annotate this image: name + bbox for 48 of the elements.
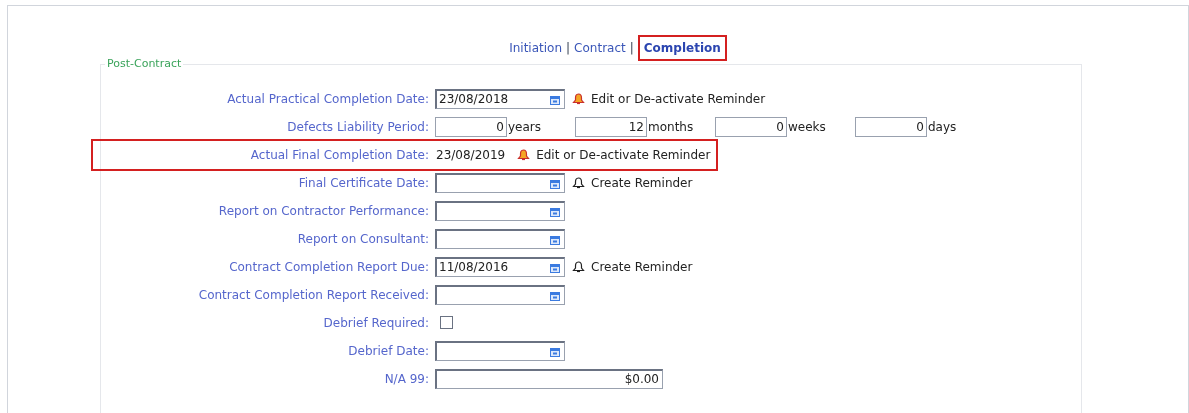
reminder-link[interactable]: Create Reminder [591,173,693,192]
date-field[interactable] [435,340,565,361]
number-field[interactable]: 12 [575,116,647,137]
date-field[interactable]: 23/08/2018 [435,88,565,109]
calendar-icon[interactable] [550,179,560,189]
calendar-icon[interactable] [550,263,560,273]
date-field[interactable] [435,228,565,249]
reminder-link[interactable]: Edit or De-activate Reminder [536,145,711,164]
field-label: Actual Final Completion Date: [249,146,430,164]
field-label: Debrief Date: [347,342,430,360]
calendar-icon[interactable] [550,235,560,245]
reminder-link[interactable]: Edit or De-activate Reminder [591,89,766,108]
section-title: Post-Contract [106,56,183,72]
unit-label: months [647,118,695,136]
calendar-icon[interactable] [550,347,560,357]
tab[interactable]: Completion [637,35,727,61]
field-label: Defects Liability Period: [286,118,430,136]
calendar-icon[interactable] [550,95,560,105]
unit-label: weeks [787,118,827,136]
reminder-link[interactable]: Create Reminder [591,257,693,276]
checkbox[interactable] [440,316,453,329]
date-value: 23/08/2019 [435,146,507,164]
date-field[interactable] [435,172,565,193]
date-field[interactable] [435,284,565,305]
date-field[interactable]: 11/08/2016 [435,256,565,277]
tab-separator: | [629,40,634,57]
bell-icon[interactable] [572,260,585,273]
tab[interactable]: Initiation [509,39,563,57]
field-label: Actual Practical Completion Date: [226,90,430,108]
unit-label: days [927,118,958,136]
date-field[interactable] [435,200,565,221]
number-field[interactable]: 0 [855,116,927,137]
calendar-icon[interactable] [550,207,560,217]
amount-field[interactable]: $0.00 [435,368,663,389]
number-field[interactable]: 0 [435,116,507,137]
field-label: Report on Contractor Performance: [217,202,430,220]
field-label: Report on Consultant: [296,230,430,248]
field-label: Contract Completion Report Received: [197,286,430,304]
field-label: Contract Completion Report Due: [228,258,430,276]
tab[interactable]: Contract [574,39,626,57]
bell-icon[interactable] [572,176,585,189]
number-field[interactable]: 0 [715,116,787,137]
tab-separator: | [566,40,571,57]
field-label: N/A 99: [383,370,430,388]
unit-label: years [507,118,543,136]
field-label: Final Certificate Date: [297,174,430,192]
field-label: Debrief Required: [322,314,430,332]
calendar-icon[interactable] [550,291,560,301]
